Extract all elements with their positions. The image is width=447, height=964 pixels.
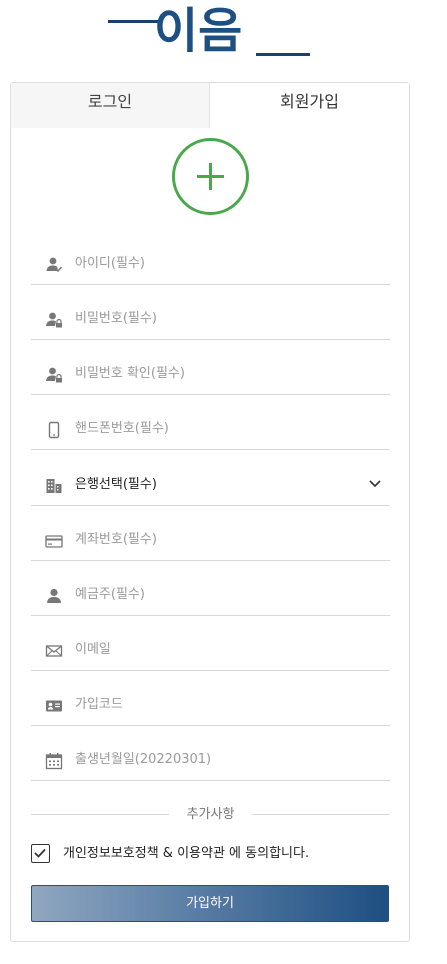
account-number-field[interactable]: 계좌번호(필수) xyxy=(31,525,390,561)
logo-line-right xyxy=(256,53,310,56)
account-holder-placeholder: 예금주(필수) xyxy=(75,587,145,602)
signup-card: 로그인 회원가입 아이디(필수) 비밀번호(필수) 비밀번호 확인(필수) 핸드… xyxy=(10,82,410,942)
password-confirm-field[interactable]: 비밀번호 확인(필수) xyxy=(31,359,390,395)
user-lock-icon xyxy=(46,367,62,383)
email-field[interactable]: 이메일 xyxy=(31,635,390,671)
bank-select-value: 은행선택(필수) xyxy=(75,477,157,492)
password-confirm-placeholder: 비밀번호 확인(필수) xyxy=(75,366,185,381)
logo-line-left xyxy=(108,20,158,23)
credit-card-icon xyxy=(45,535,63,548)
terms-label: 개인정보보호정책 & 이용약관 에 동의합니다. xyxy=(63,846,310,861)
phone-placeholder: 핸드폰번호(필수) xyxy=(75,421,169,436)
bank-select[interactable]: 은행선택(필수) xyxy=(31,470,390,506)
mail-icon xyxy=(45,645,63,657)
terms-agreement[interactable]: 개인정보보호정책 & 이용약관 에 동의합니다. xyxy=(31,843,391,867)
password-field[interactable]: 비밀번호(필수) xyxy=(31,304,390,340)
logo-text: 이음 xyxy=(154,3,243,59)
birthdate-placeholder: 출생년월일(20220301) xyxy=(75,752,212,767)
user-lock-icon xyxy=(46,312,62,328)
id-card-icon xyxy=(46,700,62,712)
building-icon xyxy=(46,479,62,493)
check-icon xyxy=(34,848,46,858)
account-holder-field[interactable]: 예금주(필수) xyxy=(31,580,390,616)
signup-code-placeholder: 가입코드 xyxy=(75,697,123,712)
phone-field[interactable]: 핸드폰번호(필수) xyxy=(31,414,390,450)
birthdate-field[interactable]: 출생년월일(20220301) xyxy=(31,745,390,781)
password-placeholder: 비밀번호(필수) xyxy=(75,311,157,326)
divider-label: 추가사항 xyxy=(186,807,235,822)
section-divider: 추가사항 xyxy=(31,805,390,825)
signup-submit-button[interactable]: 가입하기 xyxy=(31,885,389,922)
email-placeholder: 이메일 xyxy=(75,642,111,657)
phone-icon xyxy=(48,421,60,439)
username-field[interactable]: 아이디(필수) xyxy=(31,249,390,285)
user-icon xyxy=(47,588,61,603)
account-number-placeholder: 계좌번호(필수) xyxy=(75,532,157,547)
username-placeholder: 아이디(필수) xyxy=(75,256,145,271)
calendar-icon xyxy=(45,753,63,770)
auth-tabs: 로그인 회원가입 xyxy=(11,83,409,128)
chevron-down-icon xyxy=(369,480,381,488)
brand-logo: 이음 xyxy=(108,3,312,66)
terms-checkbox[interactable] xyxy=(31,844,50,863)
signup-code-field[interactable]: 가입코드 xyxy=(31,690,390,726)
divider-line-right xyxy=(252,814,390,815)
add-photo-button[interactable] xyxy=(172,138,249,215)
tab-login[interactable]: 로그인 xyxy=(11,83,210,128)
tab-signup[interactable]: 회원가입 xyxy=(210,83,409,128)
user-check-icon xyxy=(46,257,63,273)
